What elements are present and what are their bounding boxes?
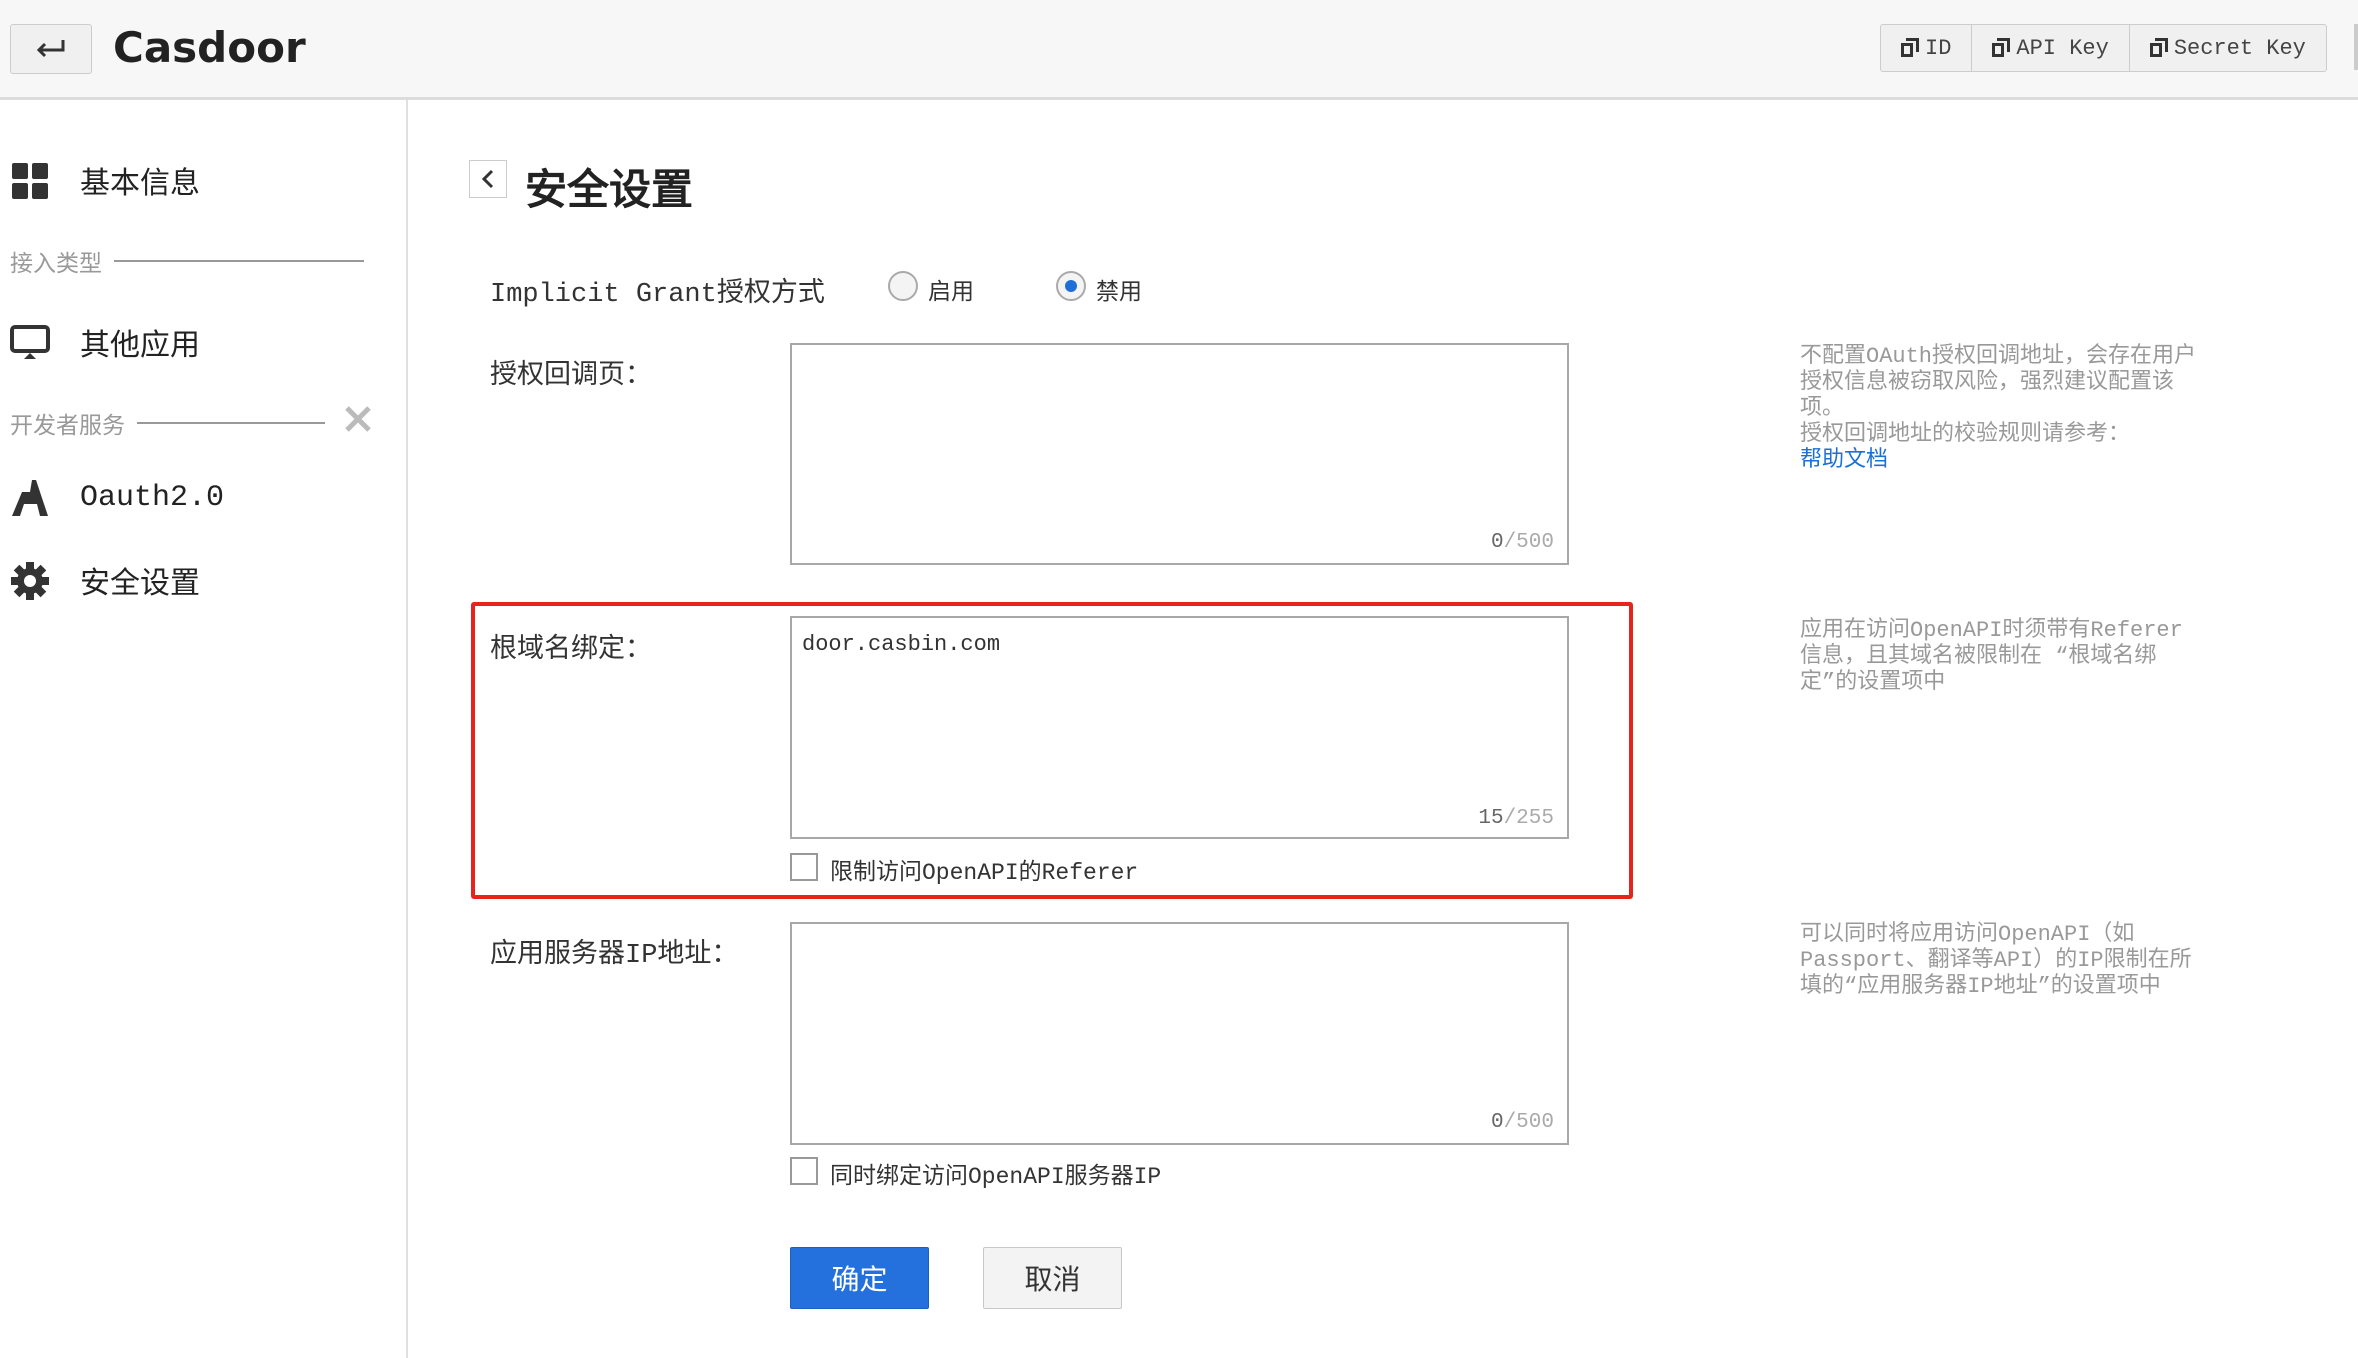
button-label: Secret Key bbox=[2173, 35, 2306, 61]
back-chevron-button[interactable] bbox=[469, 160, 507, 198]
server-ip-checkbox[interactable] bbox=[790, 1157, 818, 1185]
server-ip-label: 应用服务器IP地址： bbox=[490, 941, 739, 971]
section-developer-services: 开发者服务 bbox=[10, 404, 373, 441]
copy-icon bbox=[1901, 38, 1919, 58]
server-ip-counter: 0/500 bbox=[1490, 1111, 1554, 1134]
top-header: Casdoor ID API Key Secret Key bbox=[0, 0, 2358, 100]
sidebar-item-basic-info[interactable]: 基本信息 bbox=[10, 158, 200, 203]
button-label: ID bbox=[1925, 35, 1952, 61]
copy-secret-key-button[interactable]: Secret Key bbox=[2130, 25, 2326, 71]
help-doc-link[interactable]: 帮助文档 bbox=[1800, 448, 1888, 473]
sidebar-item-other-apps[interactable]: 其他应用 bbox=[10, 320, 200, 365]
divider bbox=[114, 260, 364, 262]
sidebar-item-label: 其他应用 bbox=[80, 331, 200, 365]
callback-label: 授权回调页： bbox=[490, 362, 652, 392]
divider bbox=[137, 421, 325, 424]
domain-counter: 15/255 bbox=[1478, 807, 1554, 830]
sidebar: 基本信息 接入类型 其他应用 开发者服务 Oauth2.0 安全设置 bbox=[0, 100, 408, 1358]
callback-counter: 0/500 bbox=[1490, 531, 1554, 554]
section-label: 开发者服务 bbox=[10, 413, 125, 440]
radio-disable-label: 禁用 bbox=[1096, 280, 1142, 306]
radio-enable[interactable] bbox=[888, 271, 918, 301]
confirm-button[interactable]: 确定 bbox=[790, 1247, 929, 1309]
referer-checkbox-label: 限制访问OpenAPI的Referer bbox=[830, 860, 1139, 886]
server-ip-checkbox-label: 同时绑定访问OpenAPI服务器IP bbox=[830, 1164, 1162, 1190]
implicit-grant-label: Implicit Grant授权方式 bbox=[490, 280, 825, 310]
domain-textarea[interactable] bbox=[790, 616, 1569, 839]
server-ip-textarea[interactable] bbox=[790, 922, 1569, 1145]
return-arrow-icon bbox=[36, 40, 65, 58]
section-access-type: 接入类型 bbox=[10, 244, 364, 278]
callback-help: 不配置OAuth授权回调地址，会存在用户授权信息被窃取风险，强烈建议配置该项。 … bbox=[1800, 344, 2200, 474]
chevron-left-icon bbox=[481, 169, 494, 189]
grid-icon bbox=[10, 161, 50, 201]
sidebar-item-oauth[interactable]: Oauth2.0 bbox=[10, 478, 224, 518]
road-icon bbox=[10, 478, 50, 518]
cancel-button[interactable]: 取消 bbox=[983, 1247, 1122, 1309]
sidebar-item-security[interactable]: 安全设置 bbox=[10, 558, 200, 603]
section-label: 接入类型 bbox=[10, 252, 102, 278]
button-label: API Key bbox=[2016, 35, 2109, 61]
callback-textarea[interactable] bbox=[790, 343, 1569, 565]
key-button-group: ID API Key Secret Key bbox=[1880, 24, 2327, 72]
gear-icon bbox=[10, 561, 50, 601]
server-ip-help: 可以同时将应用访问OpenAPI（如Passport、翻译等API）的IP限制在… bbox=[1800, 922, 2192, 999]
domain-label: 根域名绑定： bbox=[490, 636, 652, 666]
referer-checkbox[interactable] bbox=[790, 853, 818, 881]
radio-enable-label: 启用 bbox=[928, 280, 974, 306]
copy-id-button[interactable]: ID bbox=[1881, 25, 1973, 71]
sidebar-item-label: 安全设置 bbox=[80, 569, 200, 603]
sidebar-item-label: Oauth2.0 bbox=[80, 481, 225, 515]
copy-icon bbox=[1992, 38, 2011, 58]
domain-help: 应用在访问OpenAPI时须带有Referer信息，且其域名被限制在 “根域名绑… bbox=[1800, 618, 2183, 695]
page-title: 安全设置 bbox=[525, 165, 694, 214]
monitor-icon bbox=[10, 323, 50, 363]
app-title: Casdoor bbox=[113, 23, 306, 72]
back-button[interactable] bbox=[10, 24, 92, 74]
copy-icon bbox=[2149, 38, 2168, 58]
copy-api-key-button[interactable]: API Key bbox=[1972, 25, 2130, 71]
help-text: 不配置OAuth授权回调地址，会存在用户授权信息被窃取风险，强烈建议配置该项。 bbox=[1800, 344, 2197, 421]
radio-disable[interactable] bbox=[1056, 271, 1086, 301]
help-text: 授权回调地址的校验规则请参考： bbox=[1800, 422, 2131, 447]
sidebar-item-label: 基本信息 bbox=[80, 169, 200, 203]
overflow-button-edge[interactable] bbox=[2354, 24, 2358, 70]
tools-icon[interactable] bbox=[343, 404, 373, 441]
